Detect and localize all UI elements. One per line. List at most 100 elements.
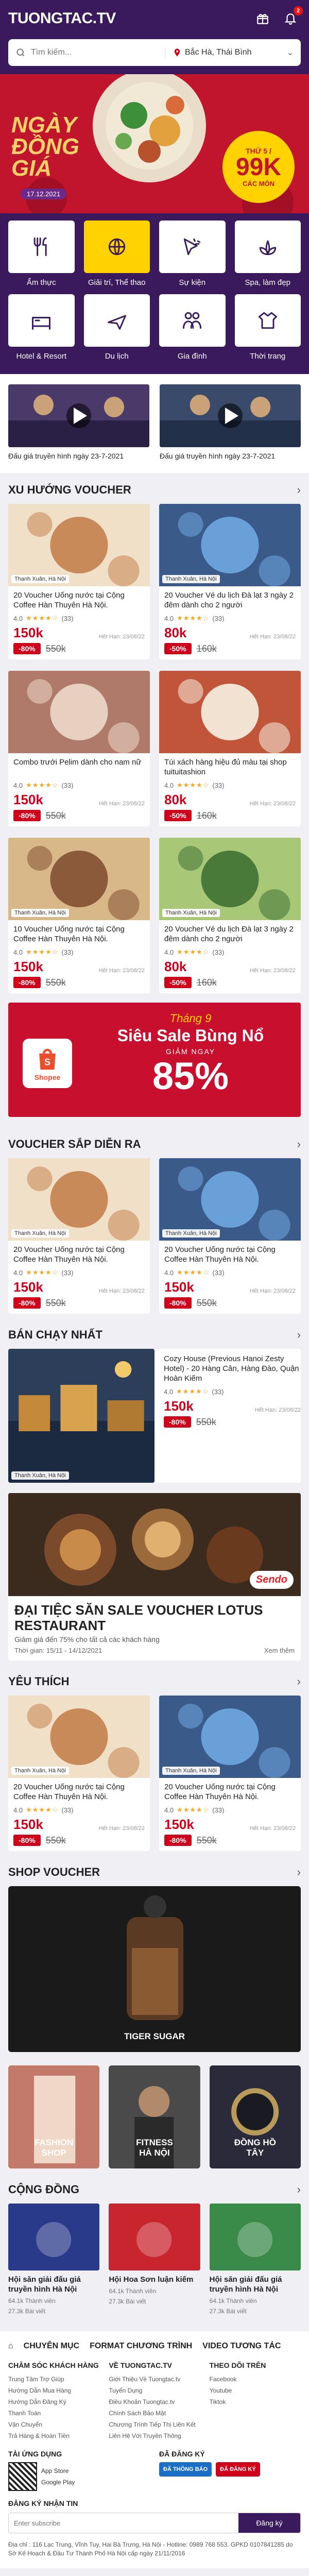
promo-banner[interactable]: NGÀY ĐỒNG GIÁ 17.12.2021 THỨ 5 / 99K CÁC… xyxy=(0,74,309,213)
location-select[interactable]: Bắc Hà, Thái Bình ⌄ xyxy=(165,47,294,58)
category-item[interactable]: Giải trí, Thể thao xyxy=(83,221,150,287)
price-row: 150k Hết Hạn: 23/08/22 xyxy=(13,1280,145,1294)
voucher-card[interactable]: Thanh Xuân, Hà Nội 20 Voucher Vé du lịch … xyxy=(159,838,301,993)
sendo-promo-card[interactable]: Sendo ĐẠI TIỆC SĂN SALE VOUCHER LOTUS RE… xyxy=(8,1493,301,1660)
registered-badge[interactable]: ĐÃ THÔNG BÁO xyxy=(159,2462,212,2477)
footer-link[interactable]: Vận Chuyển xyxy=(8,2419,99,2430)
app-store-button[interactable]: App Store xyxy=(41,2465,75,2477)
voucher-card[interactable]: Túi xách hàng hiệu đủ màu tại shop tuitu… xyxy=(159,671,301,826)
footer-link[interactable]: Thanh Toán xyxy=(8,2408,99,2419)
voucher-card[interactable]: Thanh Xuân, Hà Nội 20 Voucher Uống nước t… xyxy=(8,504,150,659)
community-card[interactable]: Hội săn giải đấu giá truyền hình Hà Nội 6… xyxy=(8,2204,100,2315)
category-item[interactable]: Du lịch xyxy=(83,294,150,361)
subscribe-button[interactable]: Đăng ký xyxy=(238,2513,300,2533)
see-more-link[interactable]: Xem thêm xyxy=(264,1647,295,1654)
chevron-right-icon[interactable]: › xyxy=(297,1328,301,1342)
voucher-title: 20 Voucher Vé du lịch Đà lạt 3 ngày 2 đê… xyxy=(164,591,294,609)
search-icon xyxy=(16,48,25,57)
discount-badge: -80% xyxy=(13,1297,41,1309)
video-card[interactable]: Đấu giá truyền hình ngày 23-7-2021 xyxy=(8,384,149,461)
category-item[interactable]: Spa, làm đẹp xyxy=(234,221,301,287)
footer-link[interactable]: Chương Trình Tiếp Thị Liên Kết xyxy=(109,2419,200,2430)
chevron-right-icon[interactable]: › xyxy=(297,2183,301,2196)
voucher-card[interactable]: Thanh Xuân, Hà Nội 20 Voucher Uống nước t… xyxy=(8,1158,150,1314)
category-item[interactable]: Ẩm thực xyxy=(8,221,75,287)
shop-card[interactable]: ĐỒNG HỒ TÂY xyxy=(209,2065,301,2168)
category-item[interactable]: Thời trang xyxy=(234,294,301,361)
voucher-card[interactable]: Thanh Xuân, Hà Nội 20 Voucher Vé du lịch … xyxy=(159,504,301,659)
footer-col-title: CHĂM SÓC KHÁCH HÀNG xyxy=(8,2361,99,2369)
bell-icon[interactable]: 2 xyxy=(280,6,303,29)
voucher-card[interactable]: Thanh Xuân, Hà Nội 20 Voucher Uống nước t… xyxy=(159,1158,301,1314)
footer-link[interactable]: Điều Khoản Tuongtac.tv xyxy=(109,2396,200,2408)
banner-price: 99K xyxy=(235,153,282,181)
footer-nav-item[interactable]: CHUYÊN MỤC xyxy=(24,2342,79,2351)
card-body: 20 Voucher Uống nước tại Cộng Coffee Hàn… xyxy=(8,1241,150,1309)
chevron-down-icon: ⌄ xyxy=(286,48,294,57)
hotel-icon xyxy=(8,294,75,347)
location-badge: Thanh Xuân, Hà Nội xyxy=(11,1229,69,1238)
chevron-right-icon[interactable]: › xyxy=(297,1138,301,1151)
footer-link[interactable]: Hướng Dẫn Đăng Ký xyxy=(8,2396,99,2408)
discount-row: -50% 160k xyxy=(164,977,296,988)
subscribe-email-input[interactable] xyxy=(9,2513,238,2533)
bestseller-card[interactable]: Thanh Xuân, Hà Nội Cozy House (Previous … xyxy=(8,1349,301,1483)
banner-tag: CÁC MÓN xyxy=(242,179,275,188)
community-card[interactable]: Hội săn giải đấu giá truyền hình Hà Nội 6… xyxy=(209,2204,301,2315)
community-image xyxy=(8,2204,100,2270)
site-logo[interactable]: TUONGTAC.TV xyxy=(8,10,116,27)
original-price: 550k xyxy=(45,1297,66,1308)
registered-badge[interactable]: ĐÃ ĐĂNG KÝ xyxy=(216,2462,260,2477)
shop-card[interactable]: FITNESS HÀ NỘI xyxy=(109,2065,200,2168)
footer-link[interactable]: Hướng Dẫn Mua Hàng xyxy=(8,2385,99,2396)
expiry-date: Hết Hạn: 23/08/22 xyxy=(98,801,145,807)
footer-link[interactable]: Facebook xyxy=(210,2374,301,2385)
gift-icon[interactable] xyxy=(252,8,273,29)
location-badge: Thanh Xuân, Hà Nội xyxy=(11,1471,69,1480)
bestseller-section: BÁN CHẠY NHẤT › Thanh Xuân, Hà Nội Cozy H… xyxy=(0,1318,309,1665)
play-icon[interactable] xyxy=(66,403,91,428)
location-badge: Thanh Xuân, Hà Nội xyxy=(11,575,69,583)
voucher-card[interactable]: Thanh Xuân, Hà Nội 10 Voucher Uống nước t… xyxy=(8,838,150,993)
voucher-image: Thanh Xuân, Hà Nội xyxy=(159,1696,301,1778)
voucher-title: 20 Voucher Uống nước tại Cộng Coffee Hàn… xyxy=(13,591,125,609)
community-card[interactable]: Hội Hoa Sơn luận kiếm 64.1k Thành viên 27.… xyxy=(109,2204,200,2315)
footer-link[interactable]: Tuyển Dụng xyxy=(109,2385,200,2396)
search-input[interactable] xyxy=(31,48,160,57)
voucher-image: Thanh Xuân, Hà Nội xyxy=(8,1696,150,1778)
category-item[interactable]: Hotel & Resort xyxy=(8,294,75,361)
play-icon[interactable] xyxy=(218,403,243,428)
shop-card-tiger-sugar[interactable]: TIGER SUGAR xyxy=(8,1886,301,2052)
voucher-card[interactable]: Thanh Xuân, Hà Nội 20 Voucher Uống nước t… xyxy=(159,1696,301,1851)
google-play-button[interactable]: Google Play xyxy=(41,2477,75,2488)
category-item[interactable]: Sự kiện xyxy=(159,221,226,287)
footer-link[interactable]: Liên Hệ Với Truyền Thông xyxy=(109,2430,200,2442)
category-item[interactable]: Gia đình xyxy=(159,294,226,361)
footer-link[interactable]: Giới Thiệu Về Tuongtac.tv xyxy=(109,2374,200,2385)
footer-nav-item[interactable]: VIDEO TƯƠNG TÁC xyxy=(202,2342,281,2351)
footer-link[interactable]: Trả Hàng & Hoàn Tiền xyxy=(8,2430,99,2442)
location-value: Bắc Hà, Thái Bình xyxy=(185,48,252,57)
chevron-right-icon[interactable]: › xyxy=(297,483,301,497)
card-body: 20 Voucher Uống nước tại Cộng Coffee Hàn… xyxy=(8,1778,150,1846)
shop-card[interactable]: FASHION SHOP xyxy=(8,2065,100,2168)
chevron-right-icon[interactable]: › xyxy=(297,1675,301,1688)
footer-link[interactable]: Chính Sách Bảo Mật xyxy=(109,2408,200,2419)
footer-nav-item[interactable]: FORMAT CHƯƠNG TRÌNH xyxy=(90,2342,192,2351)
card-body: 20 Voucher Uống nước tại Cộng Coffee Hàn… xyxy=(159,1241,301,1309)
voucher-card[interactable]: Combo trưới Pelim dành cho nam nữ 4.0 ★★★★… xyxy=(8,671,150,826)
voucher-card[interactable]: Thanh Xuân, Hà Nội 20 Voucher Uống nước t… xyxy=(8,1696,150,1851)
shopee-brand: Shopee xyxy=(34,1073,61,1081)
rating-row: 4.0 ★★★★☆ (33) xyxy=(164,781,296,789)
footer-link[interactable]: Youtube xyxy=(210,2385,301,2396)
star-rating-icon: ★★★★☆ xyxy=(177,1268,210,1276)
shop-voucher-section: SHOP VOUCHER › TIGER SUGAR FASHION SHOP F… xyxy=(0,1855,309,2173)
community-image xyxy=(209,2204,301,2270)
shopee-banner[interactable]: S Shopee Tháng 9 Siêu Sale Bùng Nổ GIẢM … xyxy=(8,1003,301,1117)
footer-link[interactable]: Trung Tâm Trợ Giúp xyxy=(8,2374,99,2385)
video-card[interactable]: Đấu giá truyền hình ngày 23-7-2021 xyxy=(160,384,301,461)
rating-row: 4.0 ★★★★☆ (33) xyxy=(13,948,145,956)
footer-link[interactable]: Tiktok xyxy=(210,2396,301,2408)
home-icon[interactable]: ⌂ xyxy=(8,2342,13,2351)
chevron-right-icon[interactable]: › xyxy=(297,1866,301,1879)
